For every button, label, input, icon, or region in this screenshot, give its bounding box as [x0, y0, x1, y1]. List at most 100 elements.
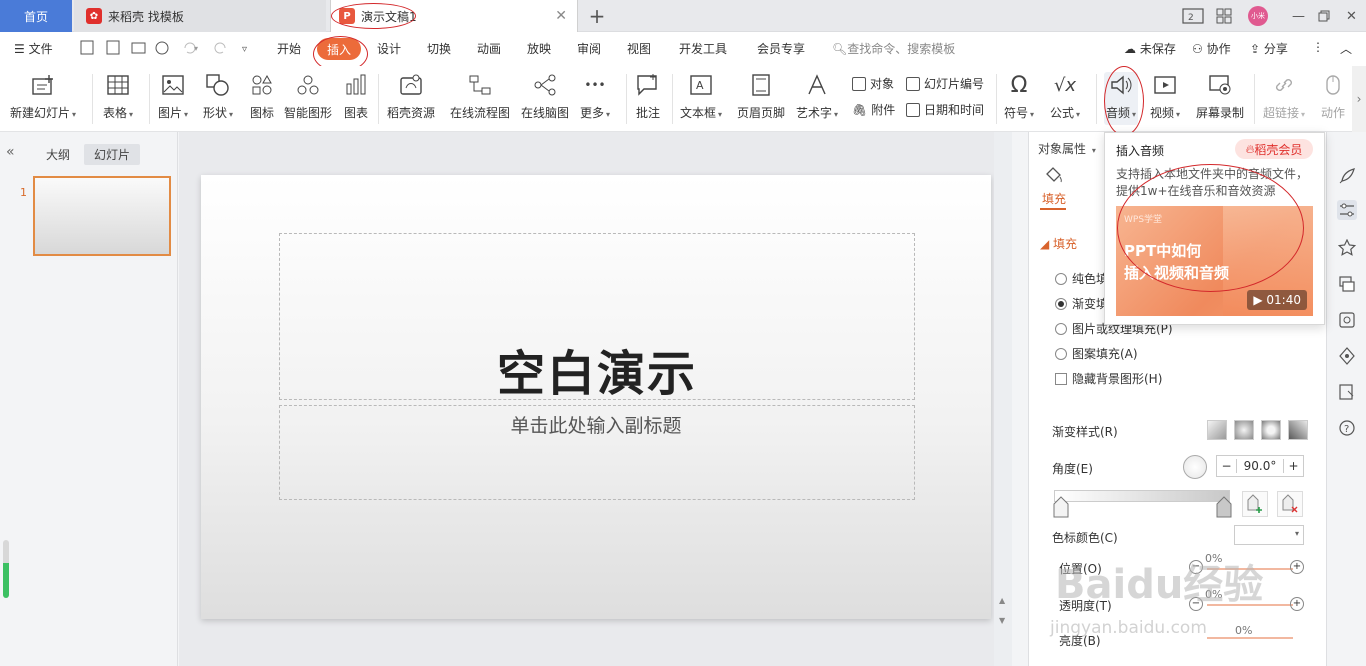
panel-header[interactable]: 对象属性 ▾ — [1038, 140, 1096, 157]
chart-button[interactable]: 图表 — [343, 72, 369, 121]
file-menu[interactable]: ☰ 文件 — [14, 40, 53, 57]
scroll-up-icon[interactable]: ▲ — [999, 596, 1005, 605]
tab-home[interactable]: 首页 — [0, 0, 72, 32]
angle-value[interactable]: 90.0° — [1237, 459, 1283, 473]
close-icon[interactable]: ✕ — [555, 8, 567, 24]
object-button[interactable]: 对象 — [852, 75, 894, 92]
tab-daoke[interactable]: ✿ 来稻壳 找模板 — [74, 0, 326, 32]
shape-button[interactable]: 形状 ▾ — [203, 72, 233, 121]
menu-design[interactable]: 设计 — [377, 40, 401, 57]
help-icon[interactable]: ? — [1337, 418, 1357, 438]
smart-shape-button[interactable]: 智能图形 — [284, 72, 332, 121]
header-footer-button[interactable]: 页眉页脚 — [737, 72, 785, 121]
menu-transition[interactable]: 切换 — [427, 40, 451, 57]
gradient-style-rect[interactable] — [1261, 420, 1281, 440]
gradient-stop-left[interactable] — [1053, 496, 1069, 518]
menu-animation[interactable]: 动画 — [477, 40, 501, 57]
angle-dial[interactable] — [1183, 455, 1207, 479]
video-button[interactable]: 视频 ▾ — [1150, 72, 1180, 121]
radio-pattern-fill[interactable]: 图案填充(A) — [1055, 345, 1138, 362]
icon-button[interactable]: 图标 — [249, 72, 275, 121]
collaborate-button[interactable]: ⚇ 协作 — [1192, 40, 1231, 57]
command-search[interactable]: 🔍︎查找命令、搜索模板 — [832, 40, 955, 57]
share-button[interactable]: ⇪ 分享 — [1250, 40, 1288, 57]
table-button[interactable]: 表格 ▾ — [103, 72, 133, 121]
attachment-button[interactable]: 🖇 附件 — [852, 101, 895, 118]
menu-slideshow[interactable]: 放映 — [527, 40, 551, 57]
tab-slides[interactable]: 幻灯片 — [84, 144, 141, 165]
audio-button[interactable]: 音频 ▾ — [1104, 72, 1139, 125]
mindmap-button[interactable]: 在线脑图 — [521, 72, 569, 121]
action-button[interactable]: 动作 — [1320, 72, 1346, 121]
gradient-style-radial[interactable] — [1234, 420, 1254, 440]
transition-icon[interactable] — [1337, 274, 1357, 294]
transparency-plus-button[interactable]: + — [1290, 597, 1304, 611]
ribbon-scroll-right-icon[interactable]: › — [1352, 66, 1366, 132]
daoke-resource-button[interactable]: 稻壳资源 — [387, 72, 435, 121]
delete-stop-button[interactable] — [1277, 491, 1303, 517]
star-icon[interactable] — [1337, 238, 1357, 258]
gradient-style-path[interactable] — [1288, 420, 1308, 440]
minimize-icon[interactable]: — — [1292, 0, 1305, 32]
tutorial-video[interactable]: WPS学堂 PPT中如何 插入视频和音频 ▶ 01:40 — [1116, 206, 1313, 316]
formula-button[interactable]: √x 公式 ▾ — [1050, 72, 1080, 121]
menu-developer[interactable]: 开发工具 — [679, 40, 727, 57]
gradient-style-linear[interactable] — [1207, 420, 1227, 440]
tab-document[interactable]: P 演示文稿1 ✕ — [330, 0, 578, 32]
art-text-button[interactable]: 艺术字 ▾ — [796, 72, 838, 121]
angle-stepper[interactable]: − 90.0° + — [1216, 455, 1304, 477]
collapse-ribbon-icon[interactable]: ︿ — [1340, 40, 1352, 57]
member-badge[interactable]: 🔥︎ 稻壳会员 — [1235, 139, 1313, 159]
slide-canvas[interactable]: 空白演示 单击此处输入副标题 — [201, 175, 991, 619]
screen-record-button[interactable]: 屏幕录制 — [1196, 72, 1244, 121]
layout-icon[interactable]: 2 — [1182, 0, 1204, 32]
slide-number-button[interactable]: 幻灯片编号 — [906, 75, 984, 92]
angle-decrement[interactable]: − — [1217, 459, 1237, 473]
menu-review[interactable]: 审阅 — [577, 40, 601, 57]
hyperlink-button[interactable]: 超链接 ▾ — [1263, 72, 1305, 121]
stop-color-picker[interactable]: ▾ — [1234, 525, 1304, 545]
comment-button[interactable]: 批注 — [635, 72, 661, 121]
fill-section-toggle[interactable]: ◢ 填充 — [1040, 235, 1077, 252]
location-icon[interactable] — [1337, 346, 1357, 366]
new-slide-button[interactable]: 新建幻灯片 ▾ — [10, 72, 76, 121]
more-button[interactable]: ••• 更多 ▾ — [580, 72, 610, 121]
textbox-button[interactable]: A 文本框 ▾ — [680, 72, 722, 121]
gradient-stop-bar[interactable] — [1054, 490, 1230, 502]
tab-fill[interactable]: 填充 — [1042, 190, 1066, 207]
image-settings-icon[interactable] — [1337, 310, 1357, 330]
editor-scrollbar[interactable]: ▲ ▼ — [994, 132, 1012, 666]
collapse-pane-icon[interactable]: « — [6, 144, 15, 160]
properties-icon[interactable] — [1337, 200, 1357, 220]
angle-increment[interactable]: + — [1283, 459, 1303, 473]
symbol-button[interactable]: Ω 符号 ▾ — [1004, 72, 1034, 121]
gradient-stop-right[interactable] — [1216, 496, 1232, 518]
menu-member[interactable]: 会员专享 — [757, 40, 805, 57]
window-close-icon[interactable]: ✕ — [1346, 0, 1357, 32]
more-menu-icon[interactable]: ⋮ — [1312, 40, 1324, 54]
slide-title[interactable]: 空白演示 — [280, 334, 914, 404]
restore-icon[interactable] — [1318, 0, 1330, 32]
menu-home[interactable]: 开始 — [277, 40, 301, 57]
add-tab-button[interactable]: + — [586, 4, 608, 28]
add-stop-button[interactable] — [1242, 491, 1268, 517]
title-placeholder[interactable]: 空白演示 — [279, 233, 915, 402]
action-label: 动作 — [1320, 106, 1345, 120]
scroll-down-icon[interactable]: ▼ — [999, 616, 1005, 625]
tab-outline[interactable]: 大纲 — [36, 144, 80, 165]
unsaved-status[interactable]: ☁ 未保存 — [1124, 40, 1176, 57]
flowchart-button[interactable]: 在线流程图 — [450, 72, 510, 121]
position-plus-button[interactable]: + — [1290, 560, 1304, 574]
picture-button[interactable]: 图片 ▾ — [158, 72, 188, 121]
datetime-button[interactable]: 日期和时间 — [906, 101, 984, 118]
rocket-icon[interactable] — [1337, 166, 1357, 186]
book-icon[interactable] — [1337, 382, 1357, 402]
apps-grid-icon[interactable] — [1216, 0, 1232, 32]
hide-background-checkbox[interactable]: 隐藏背景图形(H) — [1055, 370, 1162, 387]
user-avatar[interactable]: 小米 — [1248, 0, 1268, 32]
menu-insert[interactable]: 插入 — [317, 38, 361, 60]
slide-thumbnail[interactable] — [33, 176, 171, 256]
menu-view[interactable]: 视图 — [627, 40, 651, 57]
slide-subtitle[interactable]: 单击此处输入副标题 — [201, 411, 991, 438]
brightness-slider[interactable] — [1207, 637, 1293, 639]
